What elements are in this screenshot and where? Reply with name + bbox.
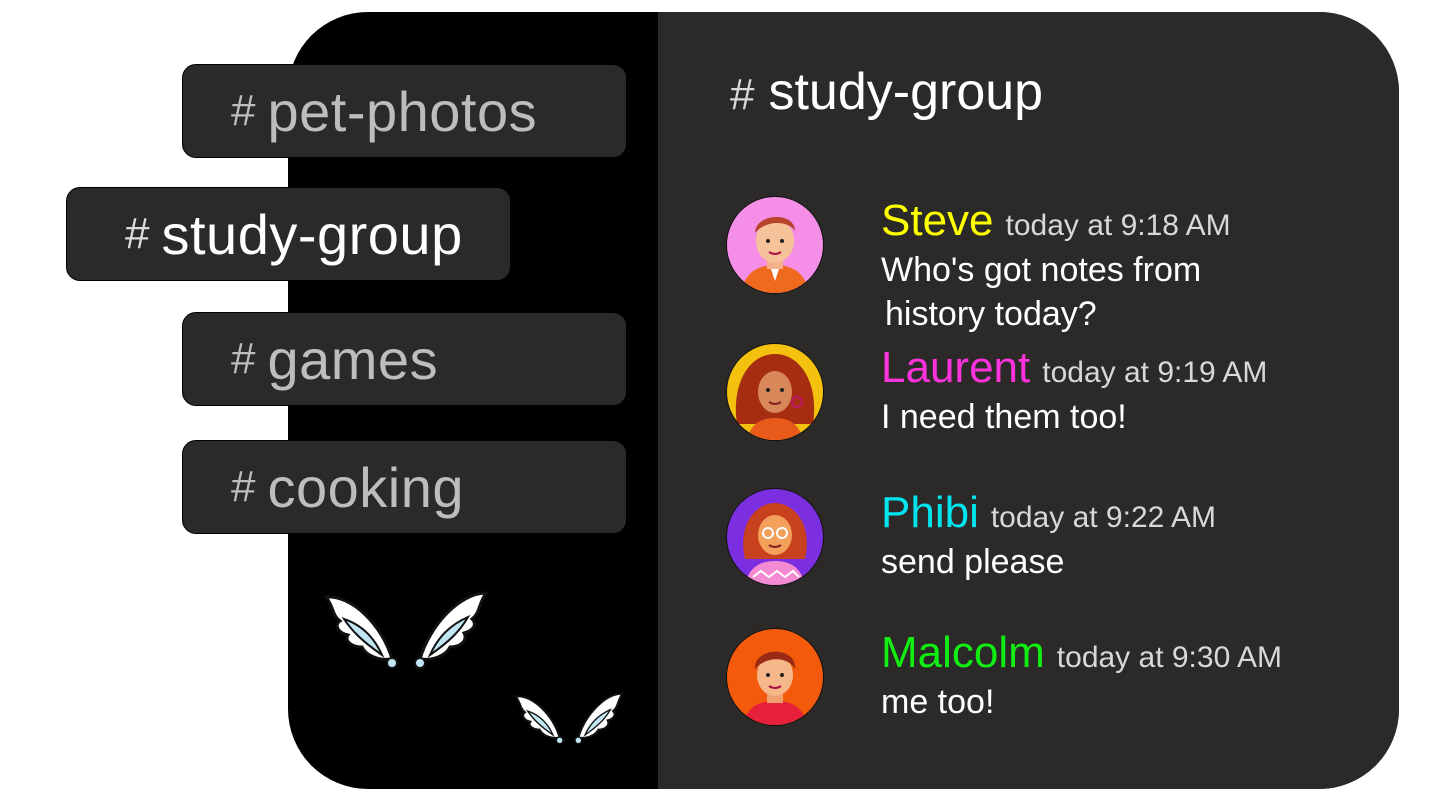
channel-study-group[interactable]: # study-group bbox=[66, 187, 511, 281]
message-author[interactable]: Laurent bbox=[881, 343, 1030, 393]
header-hash: # bbox=[730, 70, 755, 119]
message-author[interactable]: Phibi bbox=[881, 488, 979, 538]
channel-label: games bbox=[267, 327, 439, 391]
channel-hash: # bbox=[231, 334, 256, 383]
channel-header: # study-group bbox=[730, 62, 1043, 122]
message-text: send please bbox=[881, 543, 1065, 581]
wings-icon bbox=[323, 591, 489, 669]
message-item: Malcolm today at 9:30 AM me too! bbox=[726, 628, 1366, 728]
message-timestamp: today at 9:18 AM bbox=[1005, 209, 1231, 242]
avatar[interactable] bbox=[726, 628, 824, 726]
message-text: Who's got notes from bbox=[881, 251, 1202, 289]
message-item: Phibi today at 9:22 AM send please bbox=[726, 488, 1366, 588]
message-text: I need them too! bbox=[881, 398, 1127, 436]
avatar[interactable] bbox=[726, 488, 824, 586]
message-author[interactable]: Malcolm bbox=[881, 628, 1045, 678]
message-timestamp: today at 9:19 AM bbox=[1042, 356, 1268, 389]
page-title: study-group bbox=[768, 63, 1044, 121]
avatar[interactable] bbox=[726, 196, 824, 294]
message-timestamp: today at 9:22 AM bbox=[990, 501, 1216, 534]
channel-cooking[interactable]: # cooking bbox=[182, 440, 627, 534]
channel-games[interactable]: # games bbox=[182, 312, 627, 406]
channel-label: cooking bbox=[267, 455, 465, 519]
message-item: Steve today at 9:18 AM Who's got notes f… bbox=[726, 196, 1366, 333]
channel-label: pet-photos bbox=[267, 79, 538, 143]
message-text: history today? bbox=[885, 295, 1097, 333]
channel-hash: # bbox=[125, 209, 150, 258]
message-author[interactable]: Steve bbox=[881, 196, 994, 246]
message-text: me too! bbox=[881, 683, 995, 721]
wings-icon bbox=[513, 692, 625, 745]
channel-hash: # bbox=[231, 86, 256, 135]
channel-pet-photos[interactable]: # pet-photos bbox=[182, 64, 627, 158]
channel-hash: # bbox=[231, 462, 256, 511]
avatar[interactable] bbox=[726, 343, 824, 441]
channel-label: study-group bbox=[161, 202, 463, 266]
message-item: Laurent today at 9:19 AM I need them too… bbox=[726, 343, 1366, 443]
message-timestamp: today at 9:30 AM bbox=[1056, 641, 1282, 674]
